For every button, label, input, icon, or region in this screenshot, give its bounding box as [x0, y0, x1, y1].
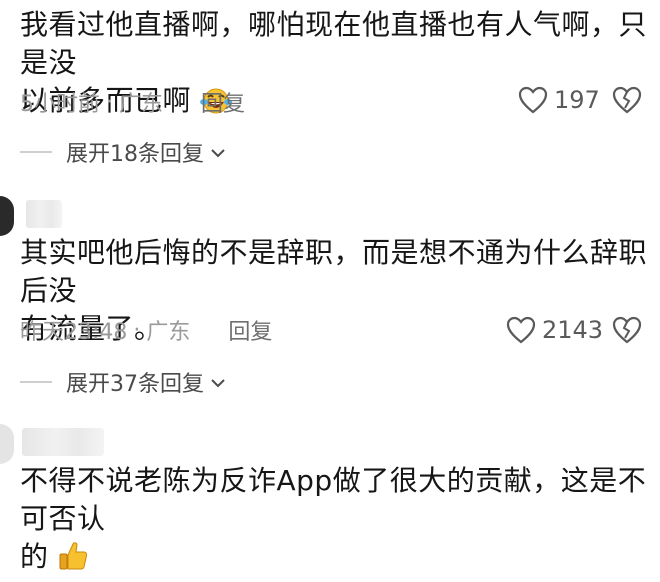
- dislike-button[interactable]: [612, 86, 642, 118]
- username-blurred[interactable]: [26, 200, 62, 228]
- reply-button[interactable]: 回复: [201, 86, 245, 118]
- heart-icon: [518, 86, 548, 114]
- expand-replies-label: 展开37条回复: [66, 372, 204, 397]
- chevron-down-icon: [210, 140, 226, 165]
- expand-divider: [20, 151, 52, 153]
- expand-divider: [20, 381, 52, 383]
- avatar[interactable]: [0, 196, 14, 236]
- comment-text-line: 不得不说老陈为反诈App做了很大的贡献，这是不可否认: [20, 464, 647, 535]
- comment-meta: 昨天23:48 · 广东 回复: [20, 310, 272, 350]
- comment-text: 不得不说老陈为反诈App做了很大的贡献，这是不可否认 的: [20, 462, 652, 582]
- reply-button[interactable]: 回复: [228, 314, 272, 346]
- like-count: 197: [554, 86, 600, 114]
- comment-location: 广东: [146, 320, 191, 345]
- meta-separator: ·: [133, 317, 141, 343]
- comment-text-line: 的: [20, 540, 49, 573]
- username-blurred[interactable]: [22, 428, 104, 456]
- comment-location: 广东: [119, 92, 164, 117]
- expand-replies-button[interactable]: 展开37条回复: [20, 366, 226, 398]
- expand-replies-button[interactable]: 展开18条回复: [20, 136, 226, 168]
- like-count: 2143: [542, 316, 604, 344]
- heart-icon: [506, 316, 536, 344]
- broken-heart-icon: [612, 86, 642, 118]
- like-button[interactable]: 197: [518, 86, 600, 114]
- broken-heart-icon: [612, 316, 642, 348]
- chevron-down-icon: [210, 370, 226, 395]
- thumbs-up-icon: [58, 540, 88, 582]
- comment-text-line: 我看过他直播啊，哪怕现在他直播也有人气啊，只是没: [20, 8, 648, 79]
- expand-replies-label: 展开18条回复: [66, 142, 204, 167]
- like-button[interactable]: 2143: [506, 316, 603, 344]
- comment-time: 5小时前: [20, 92, 100, 117]
- dislike-button[interactable]: [612, 316, 642, 348]
- avatar[interactable]: [0, 424, 14, 464]
- comment-text-line: 其实吧他后悔的不是辞职，而是想不通为什么辞职后没: [20, 236, 648, 307]
- comment-time: 昨天23:48: [20, 320, 128, 345]
- meta-separator: ·: [106, 89, 113, 115]
- comment-meta: 5小时前 · 广东 回复: [20, 82, 245, 122]
